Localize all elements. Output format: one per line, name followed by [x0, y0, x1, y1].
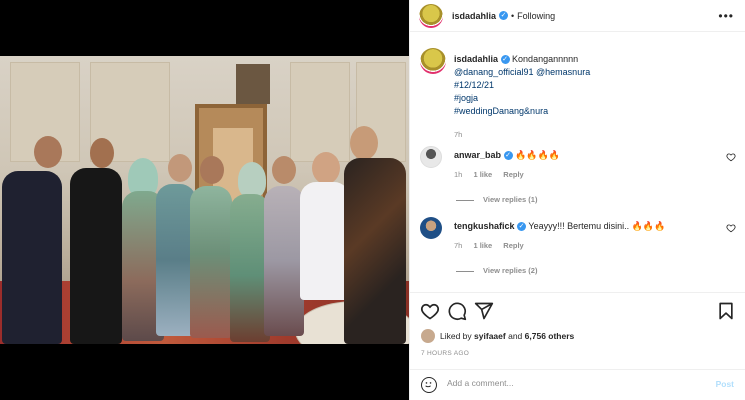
caption-avatar[interactable] — [420, 48, 446, 74]
comment-icon[interactable] — [447, 301, 467, 321]
comment-text: 🔥🔥🔥🔥 — [515, 150, 560, 160]
person-head — [90, 138, 114, 168]
reply-button[interactable]: Reply — [503, 170, 523, 179]
person-head — [168, 154, 192, 182]
person-7 — [264, 186, 304, 336]
verified-badge-icon: ✓ — [500, 55, 510, 65]
caption-hashtag[interactable]: #12/12/21 — [454, 79, 734, 92]
header-separator: • — [511, 10, 515, 21]
comment-text: Yeayyy!!! Bertemu disini.. 🔥🔥🔥 — [528, 221, 666, 231]
caption-time[interactable]: 7h — [454, 128, 734, 141]
share-icon[interactable] — [474, 301, 494, 321]
verified-badge-icon: ✓ — [503, 151, 513, 161]
person-1 — [2, 171, 62, 344]
emoji-icon[interactable] — [421, 377, 437, 393]
person-head — [312, 152, 340, 184]
view-replies-label: View replies (2) — [483, 266, 538, 275]
commenter-username[interactable]: tengkushafick — [454, 221, 515, 231]
person-2 — [70, 168, 122, 344]
verified-badge-icon: ✓ — [499, 11, 509, 20]
person-head — [350, 126, 378, 160]
wall-panel — [290, 62, 350, 162]
replies-divider — [456, 199, 474, 201]
post-header: isdadahlia ✓ • Following ••• — [410, 0, 745, 32]
comment-like-heart-icon[interactable] — [726, 223, 736, 233]
post-media[interactable] — [0, 0, 409, 400]
view-replies-button[interactable]: View replies (2) — [456, 266, 537, 275]
person-8 — [300, 182, 350, 300]
caption-hashtag[interactable]: #jogja — [454, 92, 734, 105]
heart-icon[interactable] — [420, 301, 440, 321]
reply-button[interactable]: Reply — [503, 241, 523, 250]
caption-mentions[interactable]: @danang_official91 @hemasnura — [454, 66, 734, 79]
comment-time[interactable]: 1h — [454, 170, 462, 179]
comment-input[interactable] — [447, 378, 687, 388]
comment-likes[interactable]: 1 like — [473, 241, 492, 250]
commenter-username[interactable]: anwar_bab — [454, 150, 501, 160]
caption-text: Kondangannnnn — [512, 54, 579, 64]
caption-username[interactable]: isdadahlia — [454, 54, 498, 64]
person-9 — [344, 158, 406, 344]
post-actions-bar — [410, 292, 745, 326]
following-button[interactable]: Following — [517, 11, 555, 21]
likes-prefix: Liked by — [440, 331, 472, 341]
replies-divider — [456, 270, 474, 272]
post-comment-button[interactable]: Post — [716, 379, 734, 389]
hijab — [238, 162, 266, 198]
comment-like-heart-icon[interactable] — [726, 152, 736, 162]
comment-likes[interactable]: 1 like — [473, 170, 492, 179]
likes-summary: Liked by syifaaef and 6,756 others — [421, 329, 574, 343]
liker-username[interactable]: syifaaef — [474, 331, 506, 341]
likes-middle: and — [508, 331, 523, 341]
commenter-avatar[interactable] — [420, 146, 442, 168]
more-options-icon[interactable]: ••• — [718, 9, 734, 23]
comment-time[interactable]: 7h — [454, 241, 462, 250]
posted-time[interactable]: 7 HOURS AGO — [421, 350, 469, 357]
liker-avatar[interactable] — [421, 329, 435, 343]
view-replies-button[interactable]: View replies (1) — [456, 195, 537, 204]
author-username[interactable]: isdadahlia — [452, 11, 496, 21]
commenter-avatar[interactable] — [420, 217, 442, 239]
caption-hashtag[interactable]: #weddingDanang&nura — [454, 105, 734, 118]
dark-wall-panel — [236, 64, 270, 104]
verified-badge-icon: ✓ — [517, 222, 527, 232]
post-photo[interactable] — [0, 56, 409, 344]
person-head — [272, 156, 296, 184]
person-5 — [190, 186, 232, 338]
post-side-panel: isdadahlia ✓ • Following ••• isdadahlia … — [409, 0, 745, 400]
bookmark-icon[interactable] — [716, 301, 736, 321]
person-head — [34, 136, 62, 168]
comments-section[interactable]: isdadahlia ✓ Kondangannnnn @danang_offic… — [410, 33, 745, 291]
add-comment-bar: Post — [410, 369, 745, 400]
person-head — [200, 156, 224, 184]
view-replies-label: View replies (1) — [483, 195, 538, 204]
author-avatar[interactable] — [419, 3, 443, 28]
likes-count[interactable]: 6,756 others — [525, 331, 575, 341]
